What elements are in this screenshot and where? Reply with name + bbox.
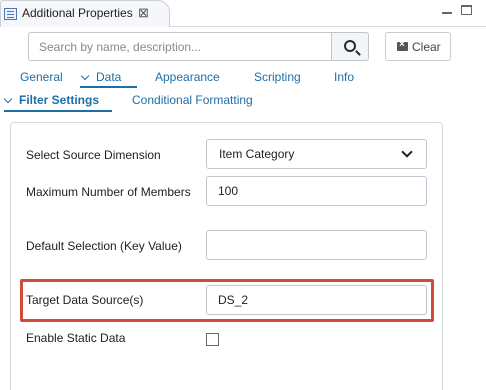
default-selection-input[interactable] (206, 230, 427, 260)
search-field (28, 32, 332, 61)
clear-button[interactable]: Clear (385, 32, 451, 61)
default-selection-label: Default Selection (Key Value) (26, 239, 182, 253)
maximize-icon[interactable] (461, 5, 472, 15)
source-dimension-label: Select Source Dimension (26, 148, 161, 162)
tab-data[interactable]: Data (80, 70, 121, 84)
tab-info[interactable]: Info (334, 70, 354, 84)
source-dimension-value: Item Category (219, 147, 295, 161)
view-title-bar: Additional Properties ⊠ (0, 0, 486, 27)
clear-icon (397, 39, 408, 51)
enable-static-data-label: Enable Static Data (26, 331, 126, 345)
properties-view-icon (4, 8, 17, 20)
subtab-conditional-formatting[interactable]: Conditional Formatting (132, 93, 253, 107)
clear-label: Clear (412, 40, 441, 54)
target-data-source-label: Target Data Source(s) (26, 293, 144, 307)
enable-static-data-checkbox[interactable] (206, 333, 219, 346)
search-input[interactable] (29, 33, 331, 60)
active-subtab-indicator (4, 110, 112, 112)
minimize-icon[interactable] (442, 12, 452, 14)
source-dimension-select[interactable]: Item Category (206, 139, 427, 169)
chevron-down-icon (401, 146, 413, 158)
additional-properties-view: Additional Properties ⊠ Clear General Da… (0, 0, 486, 390)
tab-appearance[interactable]: Appearance (155, 70, 220, 84)
max-members-input[interactable] (206, 176, 427, 206)
subtab-filter-settings[interactable]: Filter Settings (3, 93, 100, 107)
subtab-filter-settings-label: Filter Settings (19, 93, 100, 107)
target-data-source-input[interactable] (206, 285, 427, 315)
search-icon (344, 40, 356, 52)
search-button[interactable] (331, 32, 369, 61)
max-members-label: Maximum Number of Members (26, 185, 191, 199)
view-tab[interactable]: Additional Properties ⊠ (0, 0, 170, 27)
tab-scripting[interactable]: Scripting (254, 70, 301, 84)
active-tab-indicator (80, 86, 137, 88)
tab-general[interactable]: General (20, 70, 63, 84)
view-title: Additional Properties (22, 6, 133, 20)
close-icon[interactable]: ⊠ (138, 5, 149, 21)
